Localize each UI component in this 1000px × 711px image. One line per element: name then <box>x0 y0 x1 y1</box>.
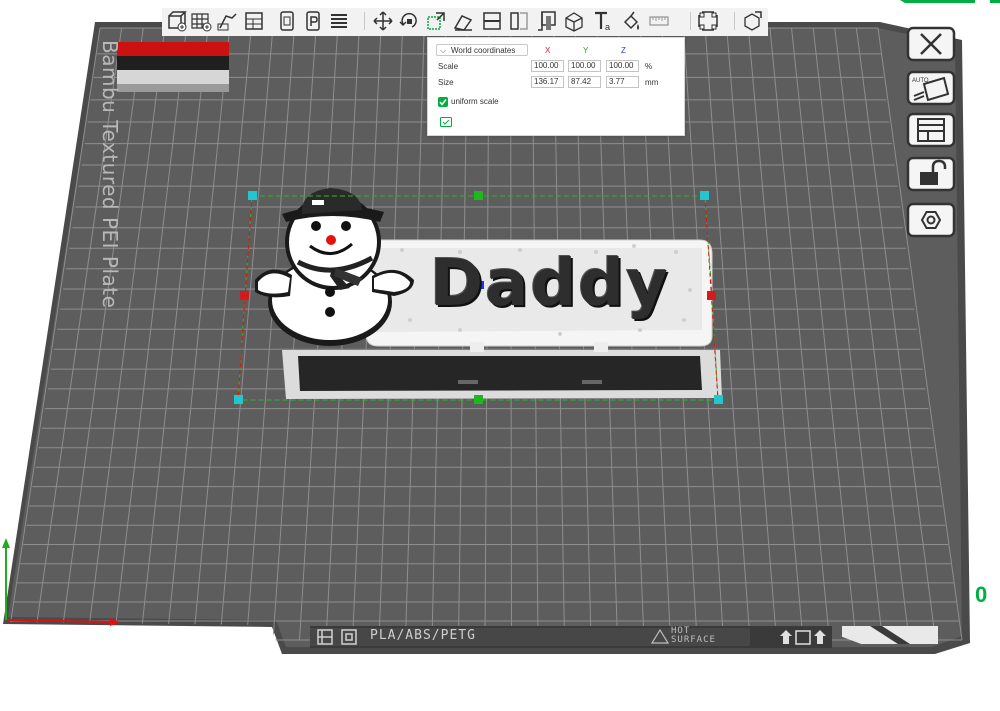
edge-indicator-text: 0 <box>975 582 988 607</box>
cut-button[interactable] <box>481 10 503 32</box>
scale-row-label: Scale <box>438 62 459 71</box>
axis-x-label: X <box>545 46 551 55</box>
move-button[interactable] <box>372 10 394 32</box>
corner-handle <box>248 191 257 200</box>
checkmark-icon <box>439 99 447 106</box>
coordinate-mode-select[interactable]: ⌵ World coordinates <box>436 44 528 56</box>
uniform-scale-checkbox[interactable] <box>438 97 448 107</box>
fit-view-button[interactable] <box>697 10 719 32</box>
split-to-objects-button[interactable] <box>276 10 298 32</box>
scale-icon <box>427 12 445 30</box>
corner-handle <box>234 395 243 404</box>
boolean-button[interactable] <box>536 10 558 32</box>
text-icon <box>565 12 583 32</box>
toolbar-separator <box>364 12 365 30</box>
fit-view-icon <box>698 11 718 31</box>
svg-text:a: a <box>605 22 610 32</box>
scale-z-field[interactable]: 100.00 <box>606 60 639 72</box>
boolean-icon <box>538 11 556 31</box>
x-handle <box>240 291 249 300</box>
split-to-objects-icon <box>280 11 294 31</box>
add-object-icon <box>168 11 187 32</box>
corner-handle <box>714 395 723 404</box>
measure-icon <box>623 11 639 30</box>
assembly-button[interactable] <box>741 10 763 32</box>
reset-scale-icon[interactable] <box>440 117 452 127</box>
auto-orient-button[interactable] <box>216 10 238 32</box>
color-paint-button[interactable]: a <box>592 10 614 32</box>
y-handle <box>474 395 483 404</box>
chevron-down-icon: ⌵ <box>440 46 447 55</box>
add-object-button[interactable] <box>165 10 187 32</box>
model-text-daddy: Daddy <box>430 247 670 321</box>
close-icon <box>906 26 956 62</box>
axis-y-label: Y <box>583 46 589 55</box>
move-icon <box>373 11 393 31</box>
settings-hex-icon <box>906 202 956 238</box>
split-to-parts-icon <box>306 11 320 31</box>
close-button[interactable] <box>906 26 956 62</box>
lay-on-face-button[interactable] <box>452 10 474 32</box>
x-handle <box>707 291 716 300</box>
filament-type-label: PLA/ABS/PETG <box>370 628 476 643</box>
plate-logo <box>117 42 229 92</box>
scale-x-field[interactable]: 100.00 <box>531 60 564 72</box>
lay-on-face-icon <box>453 15 473 31</box>
support-paint-button[interactable] <box>508 10 530 32</box>
layers-icon <box>331 14 347 28</box>
lock-icon <box>906 156 956 192</box>
settings-hex-button[interactable] <box>906 202 956 238</box>
arrange-icon <box>245 12 263 30</box>
support-paint-icon <box>510 12 528 30</box>
measure-button[interactable] <box>620 10 642 32</box>
split-to-parts-button[interactable] <box>302 10 324 32</box>
toolbar-separator <box>734 12 735 30</box>
scale-unit: % <box>645 62 653 71</box>
rotate-icon <box>399 12 417 28</box>
size-unit: mm <box>645 78 659 87</box>
uniform-scale-label: uniform scale <box>451 97 499 106</box>
size-x-field[interactable]: 136.17 <box>531 76 564 88</box>
seam-paint-icon <box>649 16 669 26</box>
layers-button[interactable] <box>328 10 350 32</box>
seam-paint-button[interactable] <box>648 10 670 32</box>
hot-surface-label: HOT SURFACE <box>671 627 716 645</box>
size-z-field[interactable]: 3.77 <box>606 76 639 88</box>
scale-y-field[interactable]: 100.00 <box>568 60 601 72</box>
rotate-button[interactable] <box>398 10 420 32</box>
plate-name-label: Bambu Textured PEI Plate <box>98 40 122 309</box>
lock-button[interactable] <box>906 156 956 192</box>
scale-button[interactable] <box>425 10 447 32</box>
add-plate-button[interactable] <box>190 10 212 32</box>
toolbar-separator <box>690 12 691 30</box>
top-right-button-edge <box>900 0 975 3</box>
plate-layout-icon <box>906 112 956 148</box>
arrange-button[interactable] <box>243 10 265 32</box>
size-row-label: Size <box>438 78 454 87</box>
scale-panel: ⌵ World coordinates X Y Z Scale 100.00 1… <box>427 37 685 136</box>
auto-plate-icon: AUTO <box>906 70 956 106</box>
corner-handle <box>700 191 709 200</box>
coordinate-mode-value: World coordinates <box>451 46 516 55</box>
color-paint-icon: a <box>595 11 610 32</box>
axis-z-label: Z <box>621 46 626 55</box>
text-button[interactable] <box>563 10 585 32</box>
add-plate-icon <box>191 13 212 32</box>
plate-layout-button[interactable] <box>906 112 956 148</box>
y-handle <box>474 191 483 200</box>
cut-icon <box>483 12 501 30</box>
hot-surface-line2: SURFACE <box>671 635 716 645</box>
auto-orient-icon <box>217 13 237 31</box>
assembly-icon <box>744 11 762 31</box>
auto-plate-button[interactable]: AUTO <box>906 70 956 106</box>
size-y-field[interactable]: 87.42 <box>568 76 601 88</box>
